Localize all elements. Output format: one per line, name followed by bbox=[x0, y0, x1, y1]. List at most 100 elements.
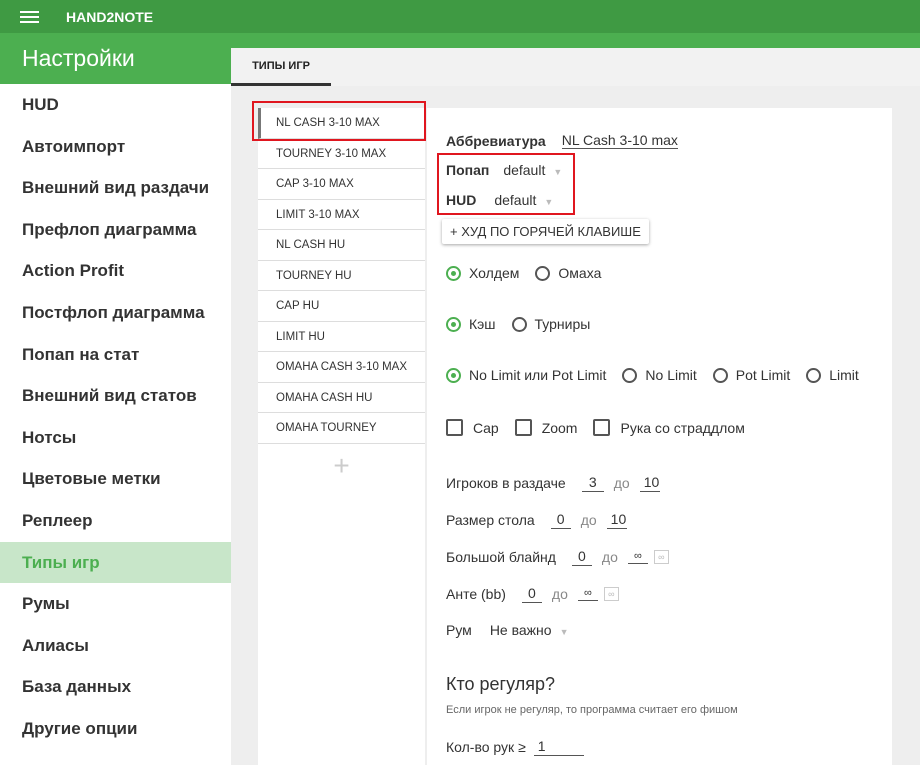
sidebar-item[interactable]: Попап на стат bbox=[0, 334, 231, 376]
sidebar-item[interactable]: Внешний вид статов bbox=[0, 375, 231, 417]
room-select[interactable]: Не важно ▼ bbox=[490, 622, 569, 638]
bb-from-input[interactable]: 0 bbox=[571, 548, 592, 566]
sidebar-item[interactable]: Алиасы bbox=[0, 625, 231, 667]
checkbox-icon[interactable] bbox=[593, 419, 611, 436]
sidebar-item[interactable]: Внешний вид раздачи bbox=[0, 167, 231, 209]
table-to-input[interactable]: 10 bbox=[606, 511, 627, 529]
game-type-item[interactable]: TOURNEY 3-10 MAX bbox=[258, 139, 425, 169]
title-bar: HAND2NOTE bbox=[0, 0, 920, 33]
radio-label: Кэш bbox=[469, 316, 496, 332]
page-title: Настройки bbox=[0, 33, 231, 84]
game-type-item[interactable]: OMAHA CASH 3-10 MAX bbox=[258, 352, 425, 383]
game-type-item[interactable]: CAP HU bbox=[258, 291, 425, 322]
radio-label: No Limit или Pot Limit bbox=[469, 367, 607, 383]
radio-icon[interactable] bbox=[446, 316, 461, 332]
to-label: до bbox=[601, 549, 618, 565]
checkbox-option[interactable]: Рука со страддлом bbox=[593, 419, 745, 436]
checkbox-option[interactable]: Zoom bbox=[514, 419, 578, 436]
checkbox-label: Zoom bbox=[541, 419, 578, 436]
dropdown-arrow-icon: ▼ bbox=[559, 627, 569, 637]
players-to-input[interactable]: 10 bbox=[639, 474, 660, 492]
to-label: до bbox=[580, 512, 597, 528]
sidebar-item[interactable]: Цветовые метки bbox=[0, 458, 231, 500]
radio-icon[interactable] bbox=[622, 367, 638, 383]
sidebar-item[interactable]: Action Profit bbox=[0, 250, 231, 292]
game-type-item[interactable]: OMAHA CASH HU bbox=[258, 383, 425, 413]
sidebar-item[interactable]: Реплеер bbox=[0, 500, 231, 542]
ante-from-input[interactable]: 0 bbox=[521, 585, 542, 603]
radio-label: Турниры bbox=[534, 316, 591, 332]
table-from-input[interactable]: 0 bbox=[550, 511, 571, 529]
game-type-item[interactable]: TOURNEY HU bbox=[258, 261, 425, 291]
radio-label: Омаха bbox=[558, 265, 602, 281]
app-title: HAND2NOTE bbox=[66, 9, 154, 25]
checkbox-label: Cap bbox=[473, 419, 499, 436]
highlight-box bbox=[252, 101, 426, 141]
sidebar-item[interactable]: Другие опции bbox=[0, 708, 231, 750]
room-value: Не важно bbox=[489, 622, 552, 638]
bb-to-input[interactable]: ∞ bbox=[627, 550, 648, 564]
radio-option[interactable]: No Limit или Pot Limit bbox=[446, 367, 606, 383]
radio-icon[interactable] bbox=[446, 367, 461, 383]
sidebar: HUD Автоимпорт Внешний вид раздачи Префлоп … bbox=[0, 84, 231, 765]
radio-option[interactable]: Кэш bbox=[446, 316, 496, 332]
to-label: до bbox=[551, 586, 568, 602]
radio-option[interactable]: Холдем bbox=[446, 265, 519, 281]
sidebar-item[interactable]: Нотсы bbox=[0, 417, 231, 459]
radio-icon[interactable] bbox=[806, 367, 822, 383]
ante-label: Анте (bb) bbox=[446, 586, 506, 602]
hotkey-hud-button[interactable]: + ХУД ПО ГОРЯЧЕЙ КЛАВИШЕ bbox=[442, 219, 649, 244]
sidebar-item[interactable]: Автоимпорт bbox=[0, 126, 231, 168]
radio-icon[interactable] bbox=[511, 316, 527, 332]
radio-icon[interactable] bbox=[535, 265, 551, 281]
abbr-input[interactable]: NL Cash 3-10 max bbox=[561, 132, 678, 149]
checkbox-icon[interactable] bbox=[446, 419, 463, 436]
regular-title: Кто регуляр? bbox=[446, 674, 556, 694]
highlight-box bbox=[437, 153, 575, 215]
radio-label: Limit bbox=[829, 367, 859, 383]
sidebar-item[interactable]: Постфлоп диаграмма bbox=[0, 292, 231, 334]
radio-icon[interactable] bbox=[446, 265, 461, 281]
checkbox-option[interactable]: Cap bbox=[446, 419, 499, 436]
hands-label: Кол-во рук ≥ bbox=[446, 739, 526, 755]
hamburger-menu-icon[interactable] bbox=[20, 11, 39, 23]
checkbox-label: Рука со страддлом bbox=[620, 419, 745, 436]
main-panel: ТИПЫ ИГР NL CASH 3-10 MAX TOURNEY 3-10 MA… bbox=[231, 48, 920, 765]
radio-icon[interactable] bbox=[712, 367, 728, 383]
game-type-form: Аббревиатура NL Cash 3-10 max Попап defaul… bbox=[427, 108, 892, 765]
abbr-label: Аббревиатура bbox=[446, 132, 546, 149]
big-blind-label: Большой блайнд bbox=[446, 549, 556, 565]
infinity-button[interactable]: ∞ bbox=[603, 587, 619, 601]
radio-label: Pot Limit bbox=[735, 367, 791, 383]
radio-option[interactable]: Омаха bbox=[535, 265, 601, 281]
radio-option[interactable]: Pot Limit bbox=[712, 367, 791, 383]
sidebar-item[interactable]: Типы игр bbox=[0, 541, 231, 584]
table-size-label: Размер стола bbox=[446, 512, 535, 528]
game-type-item[interactable]: LIMIT 3-10 MAX bbox=[258, 200, 425, 230]
regular-hint: Если игрок не регуляр, то программа счит… bbox=[446, 704, 738, 716]
game-type-item[interactable]: CAP 3-10 MAX bbox=[258, 169, 425, 200]
sidebar-item[interactable]: HUD bbox=[0, 84, 231, 126]
game-type-item[interactable]: OMAHA TOURNEY bbox=[258, 413, 425, 444]
radio-option[interactable]: Limit bbox=[806, 367, 859, 383]
checkbox-icon[interactable] bbox=[514, 419, 532, 436]
infinity-button[interactable]: ∞ bbox=[653, 550, 669, 564]
radio-option[interactable]: No Limit bbox=[622, 367, 697, 383]
game-type-item[interactable]: LIMIT HU bbox=[258, 322, 425, 352]
sidebar-item[interactable]: Румы bbox=[0, 583, 231, 625]
game-type-list: NL CASH 3-10 MAX TOURNEY 3-10 MAX CAP 3-10… bbox=[258, 108, 425, 765]
add-game-type-button[interactable]: + bbox=[258, 450, 425, 482]
radio-label: No Limit bbox=[645, 367, 697, 383]
sidebar-item[interactable]: База данных bbox=[0, 666, 231, 708]
ante-to-input[interactable]: ∞ bbox=[577, 587, 598, 601]
players-label: Игроков в раздаче bbox=[446, 475, 566, 491]
game-type-item[interactable]: NL CASH HU bbox=[258, 230, 425, 261]
tab-game-types[interactable]: ТИПЫ ИГР bbox=[231, 48, 331, 86]
hands-input[interactable]: 1 bbox=[533, 738, 584, 756]
sidebar-item[interactable]: Префлоп диаграмма bbox=[0, 209, 231, 251]
to-label: до bbox=[613, 475, 630, 491]
tab-bar: ТИПЫ ИГР bbox=[231, 48, 920, 86]
radio-option[interactable]: Турниры bbox=[511, 316, 591, 332]
players-from-input[interactable]: 3 bbox=[581, 474, 604, 492]
room-label: Рум bbox=[446, 622, 472, 638]
